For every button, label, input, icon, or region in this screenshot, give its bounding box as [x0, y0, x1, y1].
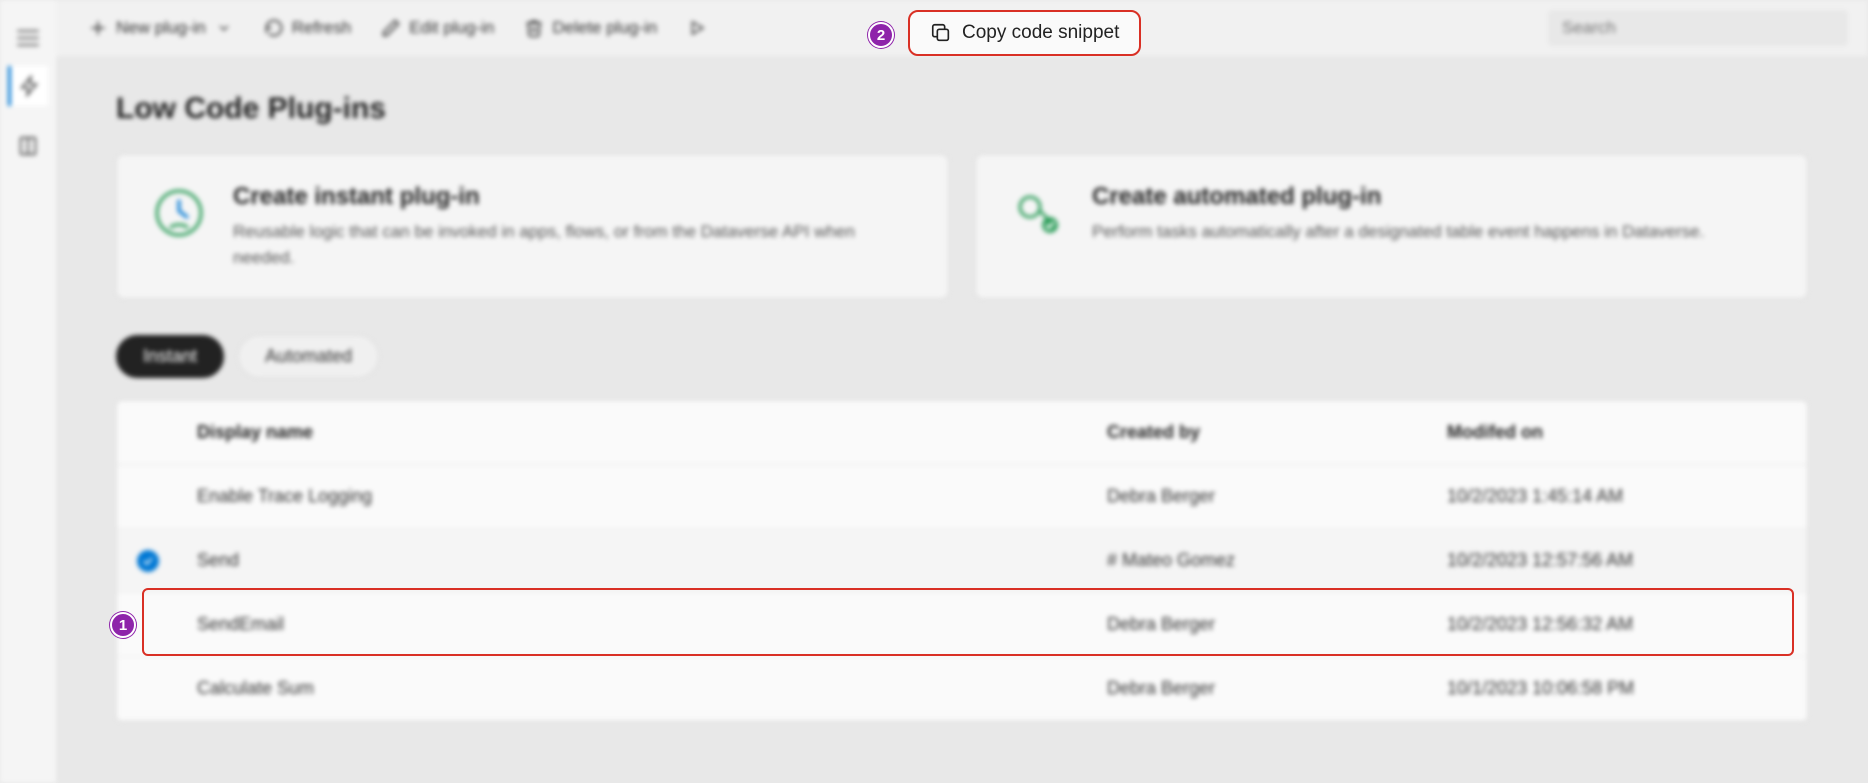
- plugin-table: Display name Created by Modifed on Enabl…: [116, 400, 1808, 722]
- col-created-by[interactable]: Created by: [1107, 422, 1447, 443]
- edit-plugin-label: Edit plug-in: [409, 18, 494, 38]
- hamburger-icon[interactable]: [17, 30, 39, 46]
- trash-icon: [524, 18, 544, 38]
- search-input[interactable]: [1548, 10, 1848, 46]
- chevron-down-icon: [214, 18, 234, 38]
- plus-icon: [88, 18, 108, 38]
- row-by: # Mateo Gomez: [1107, 550, 1447, 571]
- sidebar-book-icon[interactable]: [8, 126, 48, 166]
- row-name: Send: [197, 550, 1107, 571]
- table-row[interactable]: SendEmail Debra Berger 10/2/2023 12:56:3…: [117, 593, 1807, 657]
- pencil-icon: [381, 18, 401, 38]
- automated-card-title: Create automated plug-in: [1092, 183, 1704, 211]
- automated-card-desc: Perform tasks automatically after a desi…: [1092, 219, 1704, 245]
- play-icon: [687, 18, 707, 38]
- instant-card-desc: Reusable logic that can be invoked in ap…: [233, 219, 916, 270]
- sidebar-plugin-icon[interactable]: [8, 66, 48, 106]
- instant-card-title: Create instant plug-in: [233, 183, 916, 211]
- create-automated-card[interactable]: Create automated plug-in Perform tasks a…: [975, 154, 1808, 299]
- row-on: 10/1/2023 10:06:58 PM: [1447, 678, 1787, 699]
- row-on: 10/2/2023 12:57:56 AM: [1447, 550, 1787, 571]
- delete-plugin-button[interactable]: Delete plug-in: [512, 12, 669, 44]
- delete-plugin-label: Delete plug-in: [552, 18, 657, 38]
- table-row[interactable]: Enable Trace Logging Debra Berger 10/2/2…: [117, 465, 1807, 529]
- table-row[interactable]: Calculate Sum Debra Berger 10/1/2023 10:…: [117, 657, 1807, 721]
- tab-instant[interactable]: Instant: [116, 335, 224, 378]
- row-by: Debra Berger: [1107, 486, 1447, 507]
- row-name: SendEmail: [197, 614, 1107, 635]
- table-row[interactable]: Send # Mateo Gomez 10/2/2023 12:57:56 AM: [117, 529, 1807, 593]
- row-by: Debra Berger: [1107, 678, 1447, 699]
- create-instant-card[interactable]: Create instant plug-in Reusable logic th…: [116, 154, 949, 299]
- refresh-label: Refresh: [292, 18, 352, 38]
- instant-icon: [149, 183, 209, 243]
- new-plugin-button[interactable]: New plug-in: [76, 12, 246, 44]
- selected-check-icon[interactable]: [137, 550, 159, 572]
- row-by: Debra Berger: [1107, 614, 1447, 635]
- play-button[interactable]: [675, 12, 719, 44]
- row-on: 10/2/2023 12:56:32 AM: [1447, 614, 1787, 635]
- new-plugin-label: New plug-in: [116, 18, 206, 38]
- col-modified-on[interactable]: Modifed on: [1447, 422, 1787, 443]
- row-name: Enable Trace Logging: [197, 486, 1107, 507]
- edit-plugin-button[interactable]: Edit plug-in: [369, 12, 506, 44]
- row-on: 10/2/2023 1:45:14 AM: [1447, 486, 1787, 507]
- row-name: Calculate Sum: [197, 678, 1107, 699]
- page-title: Low Code Plug-ins: [116, 92, 1808, 126]
- refresh-icon: [264, 18, 284, 38]
- refresh-button[interactable]: Refresh: [252, 12, 364, 44]
- side-rail: [0, 0, 56, 783]
- col-display-name[interactable]: Display name: [197, 422, 1107, 443]
- content-area: Low Code Plug-ins Create instant plug-in…: [56, 56, 1868, 783]
- automated-icon: [1008, 183, 1068, 243]
- tab-automated[interactable]: Automated: [238, 335, 379, 378]
- toolbar: New plug-in Refresh Edit plug-in: [56, 0, 1868, 56]
